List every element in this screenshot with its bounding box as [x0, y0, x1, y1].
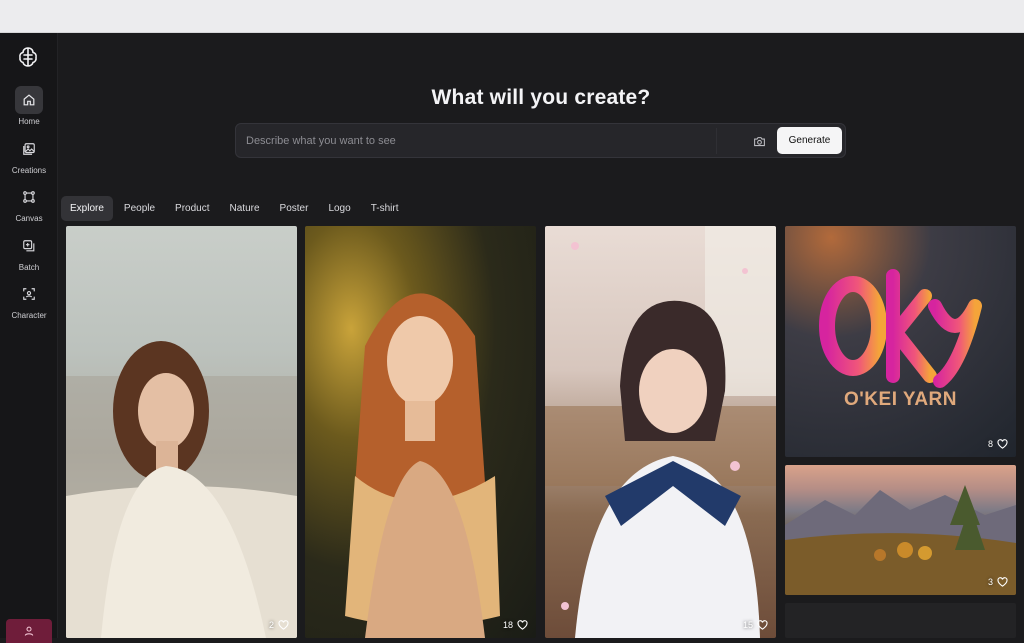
tab-product[interactable]: Product: [166, 196, 218, 221]
sidebar-item-label: Batch: [18, 263, 40, 272]
prompt-input[interactable]: [246, 131, 706, 151]
sidebar-item-home[interactable]: Home: [0, 86, 58, 130]
generate-button[interactable]: Generate: [777, 127, 842, 154]
portrait-illustration: [545, 226, 776, 638]
like-count[interactable]: 18: [503, 620, 528, 630]
like-count[interactable]: 2: [269, 620, 289, 630]
prompt-bar: Generate: [235, 123, 846, 158]
user-icon: [24, 626, 34, 636]
like-count[interactable]: 15: [743, 620, 768, 630]
heart-icon: [997, 439, 1008, 449]
heart-icon: [757, 620, 768, 630]
tab-tshirt[interactable]: T-shirt: [362, 196, 408, 221]
logo-wordmark: O'KEI YARN: [844, 389, 957, 410]
character-icon: [15, 280, 43, 308]
portrait-illustration: [66, 341, 297, 638]
home-icon: [15, 86, 43, 114]
heart-icon: [997, 577, 1008, 587]
landscape-illustration: [785, 485, 1016, 595]
sidebar-item-label: Creations: [11, 166, 47, 175]
camera-icon: [753, 136, 765, 146]
tab-explore[interactable]: Explore: [61, 196, 113, 221]
page-title: What will you create?: [431, 86, 651, 109]
sidebar-item-label: Home: [18, 117, 40, 126]
divider: [716, 128, 717, 154]
batch-icon: [15, 232, 43, 260]
sidebar: Home Creations Canvas Batch Character: [0, 33, 58, 643]
like-count[interactable]: 8: [988, 439, 1008, 449]
heart-icon: [278, 620, 289, 630]
gallery-image-partial[interactable]: [785, 603, 1016, 638]
sidebar-item-label: Canvas: [15, 214, 43, 223]
gallery-image-schoolgirl[interactable]: 15: [545, 226, 776, 638]
gallery-image-portrait-redhead[interactable]: 18: [305, 226, 536, 638]
tab-poster[interactable]: Poster: [271, 196, 318, 221]
image-upload-button[interactable]: [750, 132, 768, 150]
main-content: What will you create? Generate Explore P…: [58, 33, 1024, 638]
like-count[interactable]: 3: [988, 577, 1008, 587]
brain-logo-icon[interactable]: [16, 45, 40, 69]
gallery-icon: [15, 135, 43, 163]
tab-people[interactable]: People: [115, 196, 164, 221]
tab-logo[interactable]: Logo: [319, 196, 359, 221]
gallery-image-mountain-landscape[interactable]: 3: [785, 465, 1016, 595]
sidebar-item-batch[interactable]: Batch: [0, 232, 58, 276]
sidebar-item-creations[interactable]: Creations: [0, 135, 58, 179]
yarn-logo-graphic: [819, 269, 982, 388]
tab-nature[interactable]: Nature: [221, 196, 269, 221]
browser-top-bar: [0, 0, 1024, 33]
canvas-icon: [15, 183, 43, 211]
user-profile-button[interactable]: [6, 619, 52, 643]
portrait-illustration: [345, 293, 500, 638]
sidebar-item-canvas[interactable]: Canvas: [0, 183, 58, 227]
sidebar-item-label: Character: [11, 311, 47, 320]
gallery-image-yarn-logo[interactable]: O'KEI YARN 8: [785, 226, 1016, 457]
heart-icon: [517, 620, 528, 630]
category-tabs: Explore People Product Nature Poster Log…: [61, 196, 407, 221]
sidebar-item-character[interactable]: Character: [0, 280, 58, 324]
gallery-image-portrait-curly[interactable]: 2: [66, 226, 297, 638]
